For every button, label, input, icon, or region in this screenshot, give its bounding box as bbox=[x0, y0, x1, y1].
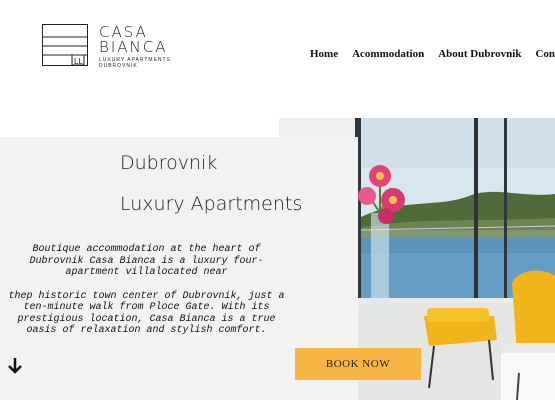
hero-title-line1: Dubrovnik bbox=[120, 152, 218, 174]
logo[interactable]: LL CASA BIANCA LUXURY APARTMENTS DUBROVN… bbox=[42, 24, 182, 70]
site-header: LL CASA BIANCA LUXURY APARTMENTS DUBROVN… bbox=[0, 0, 555, 110]
brand-location: DUBROVNIK bbox=[99, 63, 138, 69]
nav-home[interactable]: Home bbox=[310, 48, 338, 60]
nav-contact[interactable]: Contact bbox=[535, 48, 555, 60]
brand-name-line2: BIANCA bbox=[99, 38, 168, 56]
logo-mark-letters: LL bbox=[74, 57, 83, 66]
book-now-button[interactable]: BOOK NOW bbox=[295, 348, 421, 380]
hero-paragraph-1: Boutique accommodation at the heart of D… bbox=[29, 244, 264, 278]
hero-paragraph-2: thep historic town center of Dubrovnik, … bbox=[8, 290, 285, 337]
hero-title-line2: Luxury Apartments bbox=[120, 193, 303, 215]
logo-mark-icon: LL bbox=[42, 24, 88, 66]
nav-about-dubrovnik[interactable]: About Dubrovnik bbox=[438, 48, 521, 60]
arrow-down-icon[interactable] bbox=[7, 357, 23, 375]
nav-accommodation[interactable]: Acommodation bbox=[352, 48, 424, 60]
main-nav: Home Acommodation About Dubrovnik Contac… bbox=[310, 48, 555, 60]
hero-description: Boutique accommodation at the heart of D… bbox=[4, 244, 289, 349]
